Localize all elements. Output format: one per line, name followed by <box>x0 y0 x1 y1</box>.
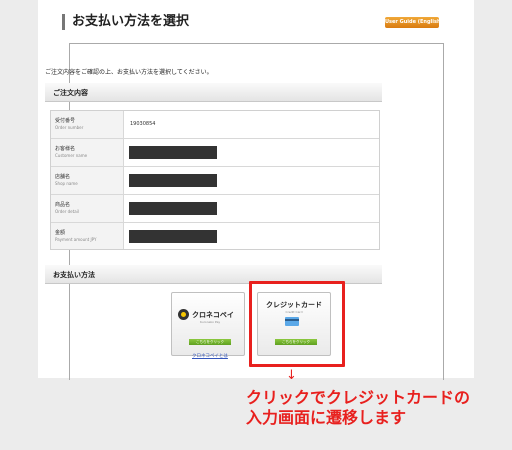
intro-text: ご注文内容をご確認の上、お支払い方法を選択してください。 <box>45 69 213 76</box>
row-label: 店舗名 <box>55 174 71 180</box>
redacted-shop-name <box>129 174 217 187</box>
order-number-value: 19030854 <box>130 121 156 127</box>
payment-section-title: お支払い方法 <box>53 271 95 279</box>
row-label-en: Shop name <box>55 181 78 186</box>
row-label: 商品名 <box>55 202 71 208</box>
redacted-order-detail <box>129 202 217 215</box>
kuroneko-cat-icon <box>178 309 189 320</box>
row-label-en: Order number <box>55 125 84 130</box>
order-section-title: ご注文内容 <box>53 89 88 97</box>
user-guide-button[interactable]: User Guide (English) <box>385 17 439 28</box>
order-row-number: 受付番号 Order number 19030854 <box>51 111 379 139</box>
row-label: お客様名 <box>55 146 76 152</box>
row-label: 受付番号 <box>55 118 76 124</box>
order-row-amount: 金額 Payment amount JPY <box>51 223 379 249</box>
highlight-box <box>249 281 345 367</box>
order-row-detail: 商品名 Order detail <box>51 195 379 223</box>
kuroneko-pay-sublabel: Kuroneko Pay <box>200 320 221 324</box>
redacted-amount <box>129 230 217 243</box>
row-label: 金額 <box>55 230 66 236</box>
order-row-shop: 店舗名 Shop name <box>51 167 379 195</box>
annotation-text: クリックでクレジットカードの 入力画面に遷移します <box>246 388 470 428</box>
order-section-header: ご注文内容 <box>45 83 382 102</box>
kuroneko-select-button[interactable]: こちらをクリック <box>189 339 231 345</box>
down-arrow-icon: ↓ <box>286 368 297 383</box>
row-label-en: Payment amount JPY <box>55 237 97 242</box>
page-title: お支払い方法を選択 <box>72 14 190 29</box>
annotation-line-2: 入力画面に遷移します <box>246 408 407 427</box>
order-table: 受付番号 Order number 19030854 お客様名 Customer… <box>50 110 380 250</box>
kuroneko-pay-label: クロネコペイ <box>192 311 234 319</box>
title-accent-bar <box>62 14 65 30</box>
row-label-en: Order detail <box>55 209 79 214</box>
redacted-customer-name <box>129 146 217 159</box>
annotation-line-1: クリックでクレジットカードの <box>246 388 471 407</box>
order-row-customer: お客様名 Customer name <box>51 139 379 167</box>
kuroneko-about-link[interactable]: クロネコペイとは <box>192 353 228 359</box>
kuroneko-pay-option[interactable]: クロネコペイ Kuroneko Pay こちらをクリック <box>171 292 245 356</box>
row-label-en: Customer name <box>55 153 88 158</box>
